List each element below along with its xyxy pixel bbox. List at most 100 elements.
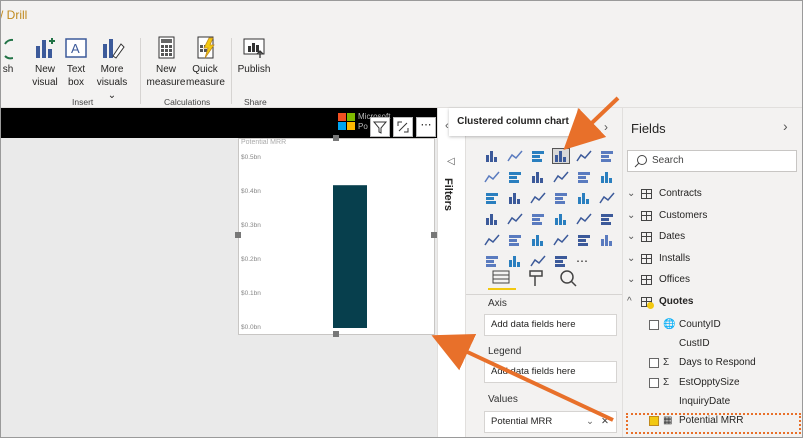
visual-type-icon[interactable] — [530, 212, 546, 226]
ribbon-tab-drill[interactable]: / Drill — [0, 8, 27, 22]
chevron-down-icon[interactable]: ⌄ — [627, 206, 637, 226]
visual-type-icon[interactable] — [576, 212, 592, 226]
y-axis-tick: $0.1bn — [241, 290, 261, 297]
new-measure-label-2: measure — [146, 77, 186, 88]
visual-type-icon[interactable] — [553, 170, 569, 184]
quick-measure-button[interactable]: Quick measure — [186, 36, 225, 89]
field-inquirydate[interactable]: InquiryDate — [623, 392, 803, 412]
values-well-field[interactable]: Potential MRR ⌄ ✕ — [484, 411, 617, 433]
search-input[interactable]: Search — [627, 150, 797, 172]
field-table-contracts[interactable]: ⌄ Contracts — [623, 184, 803, 204]
visual-type-icon[interactable] — [553, 254, 569, 268]
field-table-quotes[interactable]: ^ Quotes — [623, 292, 803, 312]
visual-type-icon[interactable] — [484, 191, 500, 205]
publish-label: Publish — [237, 64, 271, 75]
filter-visual-icon[interactable] — [370, 117, 390, 137]
visual-type-icon[interactable] — [576, 233, 592, 247]
visual-type-icon[interactable] — [553, 233, 569, 247]
visual-type-icon[interactable] — [553, 212, 569, 226]
clustered-column-visual[interactable]: Potential MRR $0.5bn $0.4bn $0.3bn $0.2bn $0… — [235, 135, 437, 337]
visual-type-tooltip: Clustered column chart — [449, 108, 577, 136]
visual-type-icon[interactable] — [599, 191, 615, 205]
visual-type-icon[interactable] — [599, 149, 615, 163]
field-custid[interactable]: CustID — [623, 334, 803, 354]
format-tab-icon[interactable] — [526, 268, 546, 288]
more-options-icon[interactable]: ⋯ — [416, 117, 436, 137]
visual-type-icon[interactable] — [507, 149, 523, 163]
chevron-down-icon[interactable]: ⌄ — [627, 249, 637, 269]
visual-type-icon[interactable] — [530, 170, 546, 184]
field-checkbox[interactable] — [649, 320, 659, 330]
visual-type-icon[interactable] — [530, 233, 546, 247]
visual-type-icon[interactable] — [599, 233, 615, 247]
new-measure-button[interactable]: New measure — [146, 36, 186, 89]
visual-type-icon[interactable] — [530, 149, 546, 163]
field-table-dates[interactable]: ⌄ Dates — [623, 227, 803, 247]
remove-field-icon[interactable]: ✕ — [601, 412, 609, 432]
group-label-insert: Insert — [72, 97, 94, 107]
chevron-down-icon[interactable]: ⌄ — [627, 270, 637, 290]
field-countyid[interactable]: 🌐 CountyID — [623, 315, 803, 335]
viz-expand-icon[interactable]: › — [604, 120, 608, 134]
visual-type-icon[interactable] — [599, 212, 615, 226]
filters-label[interactable]: Filters — [438, 178, 466, 238]
logo-text-line2: Po — [358, 122, 368, 131]
chevron-up-icon[interactable]: ^ — [627, 292, 637, 312]
filters-pane[interactable]: ‹ ◁ Filters — [437, 108, 465, 438]
fields-tab-icon[interactable] — [490, 268, 512, 290]
visual-type-icon[interactable] — [599, 170, 615, 184]
field-estopptysize[interactable]: Σ EstOpptySize — [623, 373, 803, 393]
legend-well[interactable]: Add data fields here — [484, 361, 617, 383]
column-bar[interactable] — [333, 185, 367, 328]
visual-type-icon[interactable] — [530, 254, 546, 268]
more-visuals-icon[interactable]: ⋯ — [576, 254, 592, 268]
visual-type-icon[interactable] — [484, 170, 500, 184]
visual-type-icon[interactable] — [484, 212, 500, 226]
visual-type-icon[interactable] — [530, 191, 546, 205]
analytics-tab-icon[interactable] — [558, 268, 578, 288]
focus-mode-icon[interactable] — [393, 117, 413, 137]
clustered-column-chart-icon[interactable] — [552, 148, 570, 164]
field-checkbox[interactable] — [649, 377, 659, 388]
chevron-down-icon[interactable]: ⌄ — [627, 227, 637, 247]
visual-type-icon[interactable] — [507, 170, 523, 184]
resize-handle-bottom[interactable] — [333, 331, 339, 337]
field-table-customers[interactable]: ⌄ Customers — [623, 206, 803, 226]
field-dropdown-icon[interactable]: ⌄ — [586, 412, 594, 432]
fields-collapse-icon[interactable]: › — [783, 118, 788, 134]
visual-type-icon[interactable] — [576, 170, 592, 184]
axis-well[interactable]: Add data fields here — [484, 314, 617, 336]
visual-type-icon[interactable] — [484, 254, 500, 268]
highlight-potential-mrr — [626, 413, 801, 434]
table-icon — [641, 232, 652, 243]
field-days-to-respond[interactable]: Σ Days to Respond — [623, 353, 803, 373]
visual-type-icon[interactable] — [576, 191, 592, 205]
publish-partial-button[interactable]: sh — [0, 36, 16, 76]
chevron-down-icon[interactable]: ⌄ — [627, 184, 637, 204]
y-axis-tick: $0.0bn — [241, 324, 261, 331]
visual-type-icon[interactable] — [484, 233, 500, 247]
visual-type-icon[interactable] — [576, 149, 592, 163]
table-name: Offices — [659, 274, 690, 286]
resize-handle-left[interactable] — [235, 232, 241, 238]
search-placeholder: Search — [652, 155, 684, 166]
filters-collapse-arrow-icon[interactable]: ◁ — [447, 156, 455, 167]
table-name: Quotes — [659, 296, 694, 307]
visual-type-icon[interactable] — [507, 212, 523, 226]
field-table-installs[interactable]: ⌄ Installs — [623, 249, 803, 269]
visual-type-icon[interactable] — [507, 233, 523, 247]
filters-label-text: Filters — [442, 178, 454, 212]
field-checkbox[interactable] — [649, 358, 659, 369]
visual-type-icon[interactable] — [507, 191, 523, 205]
field-name: CountyID — [679, 319, 721, 330]
more-visuals-button[interactable]: More visuals ⌄ — [92, 36, 132, 102]
visual-type-icon[interactable] — [553, 191, 569, 205]
field-table-offices[interactable]: ⌄ Offices — [623, 270, 803, 290]
publish-button[interactable]: Publish — [236, 36, 272, 76]
visual-type-icon[interactable] — [484, 149, 500, 163]
new-visual-button[interactable]: New visual — [30, 36, 60, 89]
globe-icon: 🌐 — [663, 319, 676, 330]
text-box-button[interactable]: A Text box — [62, 36, 90, 89]
visual-type-icon[interactable] — [507, 254, 523, 268]
resize-handle-top[interactable] — [333, 135, 339, 141]
